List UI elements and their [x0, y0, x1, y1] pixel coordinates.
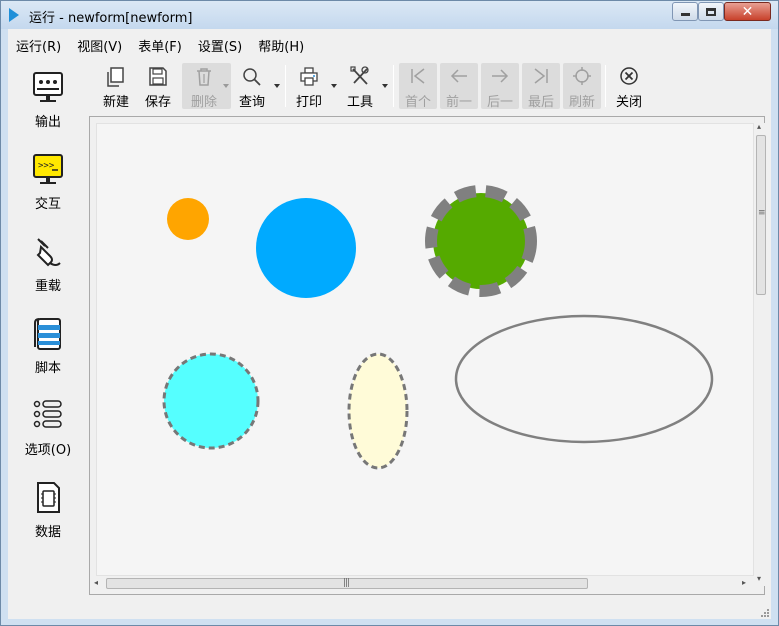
scroll-up-icon[interactable]: ▴	[757, 123, 761, 131]
minimize-button[interactable]	[672, 2, 698, 21]
cyan-circle[interactable]	[162, 352, 260, 450]
menu-run[interactable]: 运行(R)	[8, 33, 69, 55]
outline-ellipse[interactable]	[454, 314, 714, 444]
horizontal-scrollbar[interactable]: ◂ ||| ▸	[90, 577, 754, 590]
client-area: 运行(R) 视图(V) 表单(F) 设置(S) 帮助(H) 输出 >>> 交互 …	[8, 29, 771, 619]
search-icon	[243, 68, 261, 86]
refresh-icon	[573, 67, 591, 85]
maximize-button[interactable]	[698, 2, 724, 21]
tools-label: 工具	[346, 95, 373, 110]
app-window: 运行 - newform[newform] ✕ 运行(R) 视图(V) 表单(F…	[0, 0, 779, 626]
query-label: 查询	[238, 95, 265, 110]
delete-dropdown-arrow-icon[interactable]	[223, 84, 229, 88]
last-record-label: 最后	[527, 95, 554, 110]
tools-icon	[350, 66, 369, 85]
monitor-icon	[33, 72, 63, 102]
small-orange-circle[interactable]	[167, 198, 209, 240]
last-record-icon	[534, 68, 548, 84]
first-record-label: 首个	[404, 95, 431, 110]
sidebar-item-data[interactable]: 数据	[8, 475, 88, 553]
plug-icon	[36, 238, 61, 267]
title-bar[interactable]: 运行 - newform[newform] ✕	[1, 1, 778, 29]
data-icon	[37, 482, 60, 513]
sidebar-item-label: 输出	[34, 115, 61, 130]
menu-help[interactable]: 帮助(H)	[250, 33, 312, 55]
print-dropdown-arrow-icon[interactable]	[331, 84, 337, 88]
minimize-icon	[680, 13, 690, 16]
form-canvas[interactable]	[96, 123, 754, 576]
delete-button[interactable]: 删除	[182, 63, 231, 110]
maximize-icon	[706, 7, 716, 16]
menu-settings[interactable]: 设置(S)	[190, 33, 250, 55]
sidebar-item-script[interactable]: 脚本	[8, 311, 88, 389]
menu-form[interactable]: 表单(F)	[130, 33, 190, 55]
previous-record-label: 前一	[445, 95, 472, 110]
tools-button[interactable]: 工具	[338, 63, 382, 110]
toolbar: 新建 保存 删除 查询 打印 工具 首个 前一 后一 最后 刷新 关闭	[94, 63, 764, 110]
new-button[interactable]: 新建	[94, 63, 138, 110]
script-icon	[34, 318, 61, 350]
app-run-icon	[9, 8, 19, 22]
sidebar-item-label: 脚本	[34, 361, 61, 376]
sidebar-item-reload[interactable]: 重载	[8, 229, 88, 307]
toolbar-separator	[605, 65, 606, 107]
delete-label: 删除	[190, 95, 217, 110]
vertical-scroll-thumb[interactable]: ≡	[756, 135, 766, 295]
close-icon: ✕	[741, 3, 754, 20]
options-list-icon	[33, 400, 62, 428]
refresh-button[interactable]: 刷新	[563, 63, 601, 110]
form-view: ▴ ≡ ▾ ◂ ||| ▸	[89, 116, 767, 595]
horizontal-scroll-thumb[interactable]: |||	[106, 578, 588, 589]
first-record-button[interactable]: 首个	[399, 63, 437, 110]
shapes-layer	[162, 185, 714, 470]
first-record-icon	[411, 68, 425, 84]
close-circle-icon	[620, 67, 638, 85]
vertical-grip-icon: ≡	[758, 208, 765, 218]
sidebar-item-label: 交互	[34, 197, 61, 212]
blue-circle[interactable]	[256, 198, 356, 298]
resize-grip-icon[interactable]	[760, 607, 770, 617]
arrow-left-icon	[450, 69, 467, 83]
save-label: 保存	[144, 95, 171, 110]
toolbar-separator	[393, 65, 394, 107]
next-record-button[interactable]: 后一	[481, 63, 519, 110]
new-document-icon	[107, 67, 124, 87]
horizontal-grip-icon: |||	[343, 578, 350, 588]
sidebar-item-label: 选项(O)	[24, 443, 72, 458]
scroll-left-icon[interactable]: ◂	[94, 579, 98, 587]
query-dropdown-arrow-icon[interactable]	[274, 84, 280, 88]
refresh-label: 刷新	[568, 95, 595, 110]
terminal-icon: >>>	[33, 154, 63, 184]
printer-icon	[300, 67, 318, 86]
toolbar-separator	[285, 65, 286, 107]
print-button[interactable]: 打印	[287, 63, 331, 110]
menu-view[interactable]: 视图(V)	[69, 33, 130, 55]
last-record-button[interactable]: 最后	[522, 63, 560, 110]
scroll-right-icon[interactable]: ▸	[742, 579, 746, 587]
scroll-down-icon[interactable]: ▾	[757, 575, 761, 583]
sidebar-item-label: 数据	[34, 525, 61, 540]
sidebar-item-interact[interactable]: >>> 交互	[8, 147, 88, 225]
next-record-label: 后一	[486, 95, 513, 110]
window-title: 运行 - newform[newform]	[29, 11, 193, 26]
close-form-button[interactable]: 关闭	[607, 63, 651, 110]
close-window-button[interactable]: ✕	[724, 2, 771, 21]
save-disk-icon	[149, 67, 167, 86]
cream-ellipse[interactable]	[347, 352, 409, 470]
sidebar-item-options[interactable]: 选项(O)	[8, 393, 88, 471]
query-button[interactable]: 查询	[230, 63, 274, 110]
arrow-right-icon	[492, 69, 509, 83]
sidebar-item-output[interactable]: 输出	[8, 65, 88, 143]
sidebar-item-label: 重载	[34, 279, 61, 294]
close-form-label: 关闭	[615, 95, 642, 110]
trash-icon	[197, 68, 211, 86]
tools-dropdown-arrow-icon[interactable]	[382, 84, 388, 88]
print-label: 打印	[295, 95, 322, 110]
resize-grip-dots	[761, 609, 769, 617]
vertical-scrollbar[interactable]: ▴ ≡ ▾	[755, 123, 767, 586]
save-button[interactable]: 保存	[136, 63, 180, 110]
previous-record-button[interactable]: 前一	[440, 63, 478, 110]
new-label: 新建	[102, 95, 129, 110]
menu-bar: 运行(R) 视图(V) 表单(F) 设置(S) 帮助(H)	[8, 33, 312, 55]
